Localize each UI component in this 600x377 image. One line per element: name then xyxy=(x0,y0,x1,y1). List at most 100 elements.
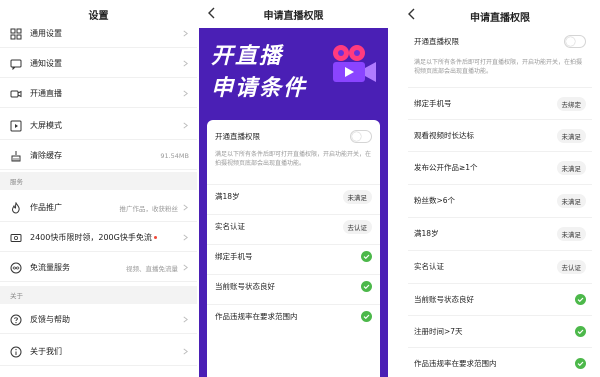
settings-item-label: 通知设置 xyxy=(30,59,62,68)
status-button[interactable]: 未满足 xyxy=(556,226,586,241)
chevron-right-icon xyxy=(183,348,188,355)
info-icon xyxy=(10,346,22,357)
verify-button[interactable]: 去认证 xyxy=(342,219,372,234)
condition-label: 作品违规率在要求范围内 xyxy=(215,312,298,321)
live-permission-row: 开通直播权限 xyxy=(414,33,586,49)
check-circle-icon xyxy=(575,326,586,337)
condition-label: 发布公开作品≥1个 xyxy=(414,163,478,172)
condition-label: 作品违规率在要求范围内 xyxy=(414,359,497,368)
condition-row: 绑定手机号 xyxy=(207,244,380,268)
settings-item-value: 推广作品，收获粉丝 xyxy=(119,204,179,213)
cache-size: 91.54MB xyxy=(160,151,189,160)
condition-row: 作品违规率在要求范围内 xyxy=(408,347,592,377)
verify-button[interactable]: 去认证 xyxy=(556,259,586,274)
settings-item-about[interactable]: 关于我们 xyxy=(0,338,197,366)
flame-icon xyxy=(11,201,20,214)
hero-title-line1: 开直播 xyxy=(211,44,284,69)
condition-row: 满18岁 未满足 xyxy=(408,217,592,249)
settings-item-label: 大屏模式 xyxy=(30,121,62,130)
settings-item-coins[interactable]: 2400快币限时领，200G快手免流 xyxy=(0,224,197,252)
check-circle-icon xyxy=(361,311,372,322)
status-button[interactable]: 未满足 xyxy=(556,128,586,143)
coin-icon xyxy=(10,233,22,242)
settings-item-general[interactable]: 通用设置 xyxy=(0,20,197,48)
check-circle-icon xyxy=(361,281,372,292)
nav-bar: 申请直播权限 xyxy=(400,0,600,28)
condition-label: 观看视频时长达标 xyxy=(414,131,474,140)
status-button[interactable]: 未满足 xyxy=(556,193,586,208)
settings-item-label: 免流量服务 xyxy=(30,263,70,272)
live-apply-conditions-panel: 申请直播权限 开通直播权限 满足以下所有条件后即可打开直播权限，开启功能开关，在… xyxy=(400,0,600,377)
chevron-right-icon xyxy=(183,204,188,211)
condition-row: 注册时间>7天 xyxy=(408,315,592,347)
settings-item-label: 反馈与帮助 xyxy=(30,315,70,324)
condition-label: 实名认证 xyxy=(215,222,245,231)
infinity-icon xyxy=(10,262,22,273)
nav-bar: 申请直播权限 xyxy=(199,0,388,28)
help-icon xyxy=(10,314,22,325)
condition-row: 实名认证 去认证 xyxy=(207,214,380,238)
settings-item-label: 关于我们 xyxy=(30,347,62,356)
back-icon[interactable] xyxy=(205,6,219,20)
settings-item-notifications[interactable]: 通知设置 xyxy=(0,50,197,78)
condition-row: 作品违规率在要求范围内 xyxy=(207,304,380,328)
condition-row: 实名认证 去认证 xyxy=(408,250,592,282)
live-permission-toggle[interactable] xyxy=(564,34,586,48)
condition-label: 当前账号状态良好 xyxy=(414,295,474,304)
condition-row: 当前账号状态良好 xyxy=(207,274,380,298)
condition-row: 当前账号状态良好 xyxy=(408,283,592,315)
condition-row: 粉丝数>6个 未满足 xyxy=(408,184,592,216)
live-permission-toggle[interactable] xyxy=(350,129,372,143)
live-apply-intro-panel: 申请直播权限 开直播 申请条件 开通直播权限 满足以下所有条件后即可打开直播权限… xyxy=(199,0,388,377)
hero-title-line2: 申请条件 xyxy=(211,76,308,101)
notification-dot xyxy=(153,236,157,239)
settings-item-open-live[interactable]: 开通直播 xyxy=(0,80,197,108)
settings-item-label: 清除缓存 xyxy=(30,151,62,160)
condition-row: 绑定手机号 去绑定 xyxy=(408,87,592,119)
settings-item-label: 2400快币限时领，200G快手免流 xyxy=(30,233,152,242)
settings-panel: 设置 通用设置 通知设置 开通直播 大屏模式 清除缓存 91.54MB 服务 作… xyxy=(0,0,197,377)
play-square-icon xyxy=(10,120,22,131)
chevron-right-icon xyxy=(183,264,188,271)
settings-item-label: 作品推广 xyxy=(30,203,62,212)
settings-item-promote[interactable]: 作品推广 推广作品，收获粉丝 xyxy=(0,194,197,222)
live-permission-row: 开通直播权限 xyxy=(215,128,372,144)
settings-item-feedback[interactable]: 反馈与帮助 xyxy=(0,306,197,334)
condition-row: 发布公开作品≥1个 未满足 xyxy=(408,151,592,183)
condition-label: 满18岁 xyxy=(215,192,240,201)
toggle-label: 开通直播权限 xyxy=(215,131,260,141)
chevron-right-icon xyxy=(183,234,188,241)
message-icon xyxy=(10,59,22,70)
chevron-right-icon xyxy=(183,316,188,323)
section-header-service: 服务 xyxy=(0,172,197,190)
check-circle-icon xyxy=(575,358,586,369)
video-icon xyxy=(10,90,22,97)
permission-description: 满足以下所有条件后即可打开直播权限，开启功能开关，在拍摄视频页底部会出现直播功能… xyxy=(215,151,372,167)
chevron-right-icon xyxy=(183,90,188,97)
film-camera-icon xyxy=(333,45,376,82)
condition-label: 绑定手机号 xyxy=(215,252,253,261)
settings-item-clear-cache[interactable]: 清除缓存 91.54MB xyxy=(0,142,197,170)
condition-row: 观看视频时长达标 未满足 xyxy=(408,119,592,151)
settings-item-label: 开通直播 xyxy=(30,89,62,98)
page-title: 申请直播权限 xyxy=(470,13,530,24)
permission-description: 满足以下所有条件后即可打开直播权限，开启功能开关，在拍摄视频页底部会出现直播功能… xyxy=(414,59,583,75)
grid-icon xyxy=(10,28,22,39)
status-button[interactable]: 未满足 xyxy=(556,160,586,175)
condition-label: 满18岁 xyxy=(414,229,439,238)
check-circle-icon xyxy=(575,294,586,305)
status-button[interactable]: 未满足 xyxy=(342,189,372,204)
chevron-right-icon xyxy=(183,122,188,129)
broom-icon xyxy=(11,150,21,161)
settings-item-value: 视频、直播免流量 xyxy=(126,264,178,273)
condition-label: 注册时间>7天 xyxy=(414,327,463,336)
settings-item-big-screen[interactable]: 大屏模式 xyxy=(0,112,197,140)
condition-label: 绑定手机号 xyxy=(414,99,452,108)
bind-phone-button[interactable]: 去绑定 xyxy=(556,96,586,111)
toggle-label: 开通直播权限 xyxy=(414,36,459,46)
chevron-right-icon xyxy=(183,30,188,37)
chevron-right-icon xyxy=(183,60,188,67)
check-circle-icon xyxy=(361,251,372,262)
settings-item-free-data[interactable]: 免流量服务 视频、直播免流量 xyxy=(0,254,197,282)
section-header-about: 关于 xyxy=(0,286,197,304)
